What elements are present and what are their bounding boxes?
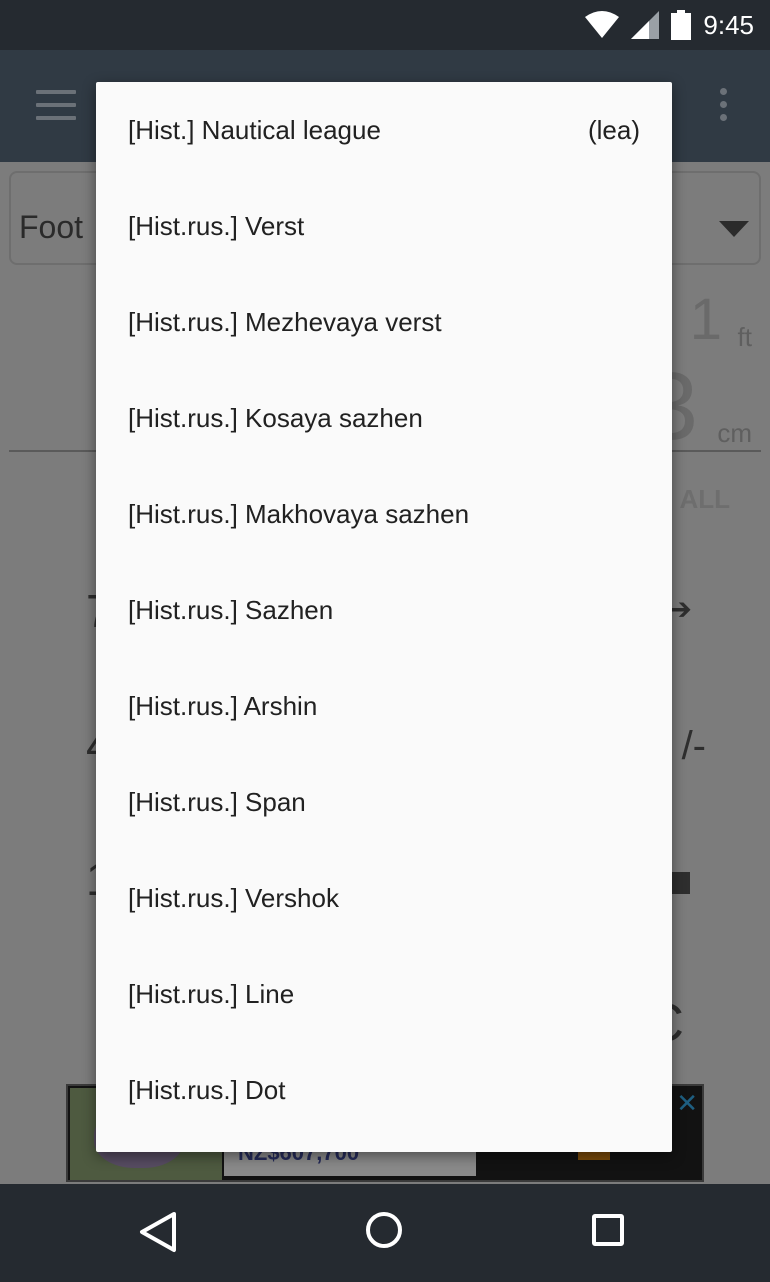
dropdown-item-label: [Hist.] Nautical league bbox=[128, 114, 381, 145]
dropdown-item-verst[interactable]: [Hist.rus.] Verst bbox=[96, 178, 672, 274]
unit-ft-label: ft bbox=[737, 322, 752, 352]
dropdown-item-line[interactable]: [Hist.rus.] Line bbox=[96, 946, 672, 1042]
dropdown-caret-icon bbox=[719, 221, 749, 237]
recents-icon[interactable] bbox=[592, 1214, 624, 1246]
status-icons: 9:45 bbox=[585, 0, 754, 50]
dropdown-item-label: [Hist.rus.] Dot bbox=[128, 1074, 286, 1105]
navigation-bar bbox=[0, 1184, 770, 1282]
dropdown-item-label: [Hist.rus.] Kosaya sazhen bbox=[128, 402, 423, 433]
unit-dropdown-list: [Hist.] Nautical league (lea) [Hist.rus.… bbox=[96, 82, 672, 1152]
status-time: 9:45 bbox=[703, 9, 754, 40]
dropdown-item-makhovaya-sazhen[interactable]: [Hist.rus.] Makhovaya sazhen bbox=[96, 466, 672, 562]
back-icon[interactable] bbox=[138, 1210, 180, 1254]
dropdown-item-symbol: (lea) bbox=[587, 114, 640, 145]
dropdown-item-label: [Hist.rus.] Mezhevaya verst bbox=[128, 306, 442, 337]
sign-toggle-key[interactable]: /- bbox=[682, 724, 706, 769]
wifi-icon bbox=[585, 11, 620, 38]
value-ft: 1 bbox=[689, 287, 722, 352]
cell-signal-icon bbox=[631, 11, 660, 39]
unit-selector-value: Foot bbox=[19, 209, 84, 245]
dropdown-item-sazhen[interactable]: [Hist.rus.] Sazhen bbox=[96, 562, 672, 658]
dropdown-item-span[interactable]: [Hist.rus.] Span bbox=[96, 754, 672, 850]
overflow-menu-icon[interactable] bbox=[720, 88, 730, 128]
dropdown-item-label: [Hist.rus.] Makhovaya sazhen bbox=[128, 498, 470, 529]
dropdown-item-vershok[interactable]: [Hist.rus.] Vershok bbox=[96, 850, 672, 946]
dropdown-item-mezhevaya-verst[interactable]: [Hist.rus.] Mezhevaya verst bbox=[96, 274, 672, 370]
dropdown-item-label: [Hist.rus.] Arshin bbox=[128, 690, 318, 721]
dropdown-item-label: [Hist.rus.] Line bbox=[128, 978, 295, 1009]
dropdown-item-label: [Hist.rus.] Verst bbox=[128, 210, 305, 241]
unit-cm-label: cm bbox=[717, 418, 752, 448]
dropdown-item-arshin[interactable]: [Hist.rus.] Arshin bbox=[96, 658, 672, 754]
home-icon[interactable] bbox=[366, 1212, 402, 1248]
dropdown-item-dot[interactable]: [Hist.rus.] Dot bbox=[96, 1042, 672, 1138]
status-bar: 9:45 bbox=[0, 0, 770, 50]
clear-all-button[interactable]: ALL bbox=[679, 484, 730, 515]
hamburger-menu-icon[interactable] bbox=[36, 90, 76, 122]
battery-icon bbox=[671, 10, 692, 40]
dropdown-item-label: [Hist.rus.] Span bbox=[128, 786, 306, 817]
dropdown-item-kosaya-sazhen[interactable]: [Hist.rus.] Kosaya sazhen bbox=[96, 370, 672, 466]
dropdown-item-label: [Hist.rus.] Vershok bbox=[128, 882, 339, 913]
dropdown-item-nautical-league[interactable]: [Hist.] Nautical league (lea) bbox=[96, 82, 672, 178]
ad-close-icon[interactable]: ✕ bbox=[676, 1088, 698, 1119]
dropdown-item-label: [Hist.rus.] Sazhen bbox=[128, 594, 334, 625]
